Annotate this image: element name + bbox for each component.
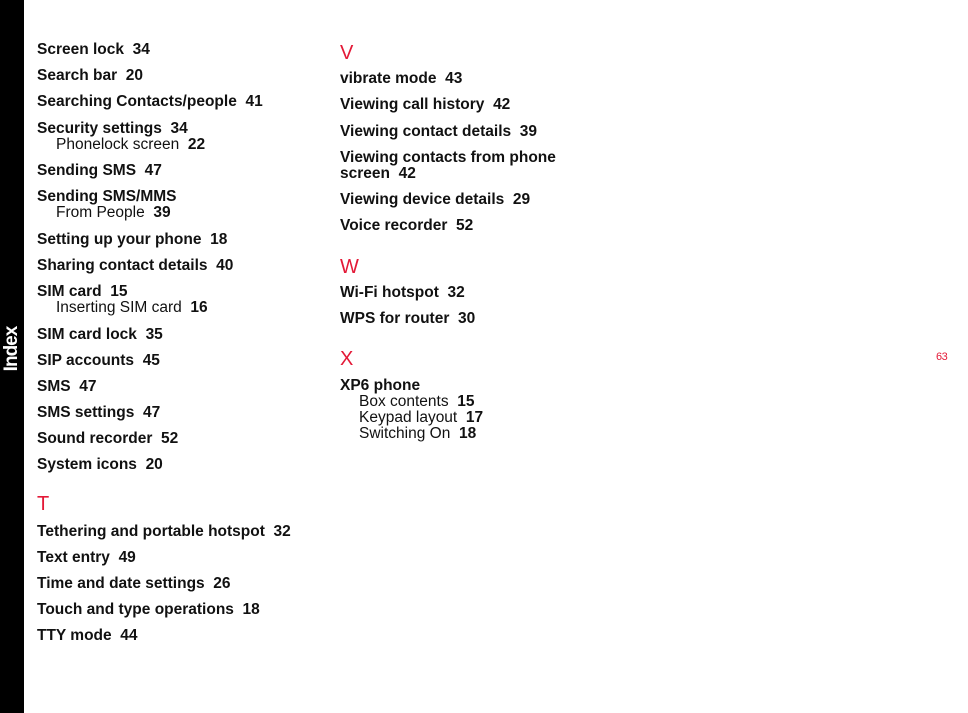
index-subentry: Box contents 15 xyxy=(359,393,475,410)
index-subentry: Keypad layout 17 xyxy=(359,409,484,426)
section-letter-x: X xyxy=(340,348,354,370)
index-entry: System icons 20 xyxy=(37,456,163,473)
index-entry: Sending SMS 47 xyxy=(37,162,162,179)
sidebar-label: Index xyxy=(1,326,22,372)
index-entry: Screen lock 34 xyxy=(37,41,150,58)
index-entry: SIP accounts 45 xyxy=(37,352,160,369)
index-entry: Setting up your phone 18 xyxy=(37,231,228,248)
index-entry: Viewing contacts from phone screen 42 xyxy=(340,149,556,182)
index-sidebar-tab: Index xyxy=(0,0,24,713)
index-entry: Text entry 49 xyxy=(37,549,136,566)
index-entry: Searching Contacts/people 41 xyxy=(37,93,263,110)
index-entry: SMS 47 xyxy=(37,378,97,395)
section-letter-v: V xyxy=(340,42,354,64)
index-subentry: Switching On 18 xyxy=(359,425,477,442)
section-letter-t: T xyxy=(37,493,50,515)
index-entry: Voice recorder 52 xyxy=(340,217,474,234)
index-entry: TTY mode 44 xyxy=(37,627,138,644)
index-entry: Sound recorder 52 xyxy=(37,430,179,447)
index-entry: Viewing contact details 39 xyxy=(340,123,537,140)
index-entry: SMS settings 47 xyxy=(37,404,161,421)
index-entry: Tethering and portable hotspot 32 xyxy=(37,523,291,540)
index-entry: Time and date settings 26 xyxy=(37,575,231,592)
index-subentry: Phonelock screen 22 xyxy=(56,136,206,153)
index-entry: Sharing contact details 40 xyxy=(37,257,234,274)
index-entry: XP6 phone Box contents 15 Keypad layout … xyxy=(340,377,484,442)
index-entry: WPS for router 30 xyxy=(340,310,476,327)
index-entry: Security settings 34 Phonelock screen 22 xyxy=(37,120,206,153)
index-entry: vibrate mode 43 xyxy=(340,70,463,87)
index-subentry: From People 39 xyxy=(56,204,171,221)
page-number: 63 xyxy=(936,351,948,363)
section-letter-w: W xyxy=(340,256,359,278)
index-entry: Wi-Fi hotspot 32 xyxy=(340,284,465,301)
index-entry: Search bar 20 xyxy=(37,67,144,84)
index-entry: Sending SMS/MMS From People 39 xyxy=(37,188,177,221)
index-subentry: Inserting SIM card 16 xyxy=(56,299,208,316)
index-entry: Viewing device details 29 xyxy=(340,191,531,208)
index-entry: SIM card lock 35 xyxy=(37,326,163,343)
index-entry: Touch and type operations 18 xyxy=(37,601,260,618)
index-entry: Viewing call history 42 xyxy=(340,96,511,113)
index-entry: SIM card 15 Inserting SIM card 16 xyxy=(37,283,208,316)
